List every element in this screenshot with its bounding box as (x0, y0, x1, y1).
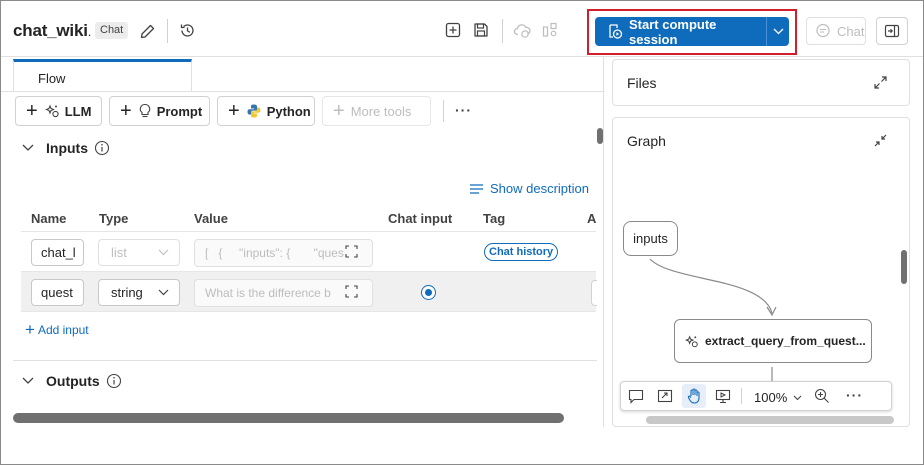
comment-icon[interactable] (626, 386, 646, 406)
chevron-down-icon (793, 395, 802, 400)
chat-bubble-icon (815, 23, 831, 39)
chat-input-radio[interactable] (421, 285, 436, 300)
plus-icon: + (120, 100, 132, 122)
flow-type-badge: Chat (95, 22, 129, 39)
input-type-select[interactable]: list (98, 239, 180, 266)
cloud-upload-icon (511, 19, 533, 41)
chevron-down-icon (158, 249, 169, 256)
new-node-icon[interactable] (442, 19, 464, 41)
plus-icon: + (333, 100, 345, 122)
zoom-level-select[interactable]: 100% (754, 390, 802, 405)
add-input-button[interactable]: + Add input (25, 321, 89, 338)
plus-icon: + (26, 100, 38, 122)
lightbulb-icon (139, 103, 150, 118)
info-icon (106, 373, 121, 389)
present-icon[interactable] (713, 386, 733, 406)
expand-icon[interactable] (345, 245, 359, 259)
divider (502, 19, 503, 43)
expand-icon[interactable] (871, 73, 889, 91)
section-divider (13, 360, 597, 361)
add-llm-button[interactable]: + LLM (15, 96, 102, 126)
plus-icon: + (25, 320, 35, 339)
zoom-in-icon[interactable] (812, 386, 832, 406)
info-icon (94, 140, 110, 156)
input-type-select[interactable]: string (98, 279, 180, 306)
pane-divider (603, 57, 604, 427)
add-python-button[interactable]: + Python (217, 96, 315, 126)
show-description-link[interactable]: Show description (469, 181, 589, 196)
history-icon[interactable] (176, 19, 198, 41)
graph-node-extract-query[interactable]: extract_query_from_quest... (674, 319, 872, 363)
tab-flow[interactable]: Flow (13, 59, 192, 92)
graph-horizontal-scrollbar[interactable] (646, 416, 894, 424)
row-divider (21, 311, 596, 312)
chevron-down-icon (158, 289, 169, 296)
edit-icon[interactable] (136, 20, 158, 42)
files-panel (612, 59, 910, 106)
llm-icon (44, 104, 59, 118)
column-tag: Tag (483, 211, 506, 226)
input-name-field[interactable]: chat_l (31, 239, 84, 266)
horizontal-scrollbar[interactable] (13, 413, 564, 423)
tab-underline (1, 91, 603, 92)
chevron-down-icon (22, 144, 34, 151)
edge-inputs-to-extract (649, 258, 773, 314)
more-options-icon[interactable]: ··· (846, 387, 863, 403)
divider (741, 388, 742, 404)
more-tools-button[interactable]: + More tools (322, 96, 431, 126)
files-panel-title: Files (627, 75, 657, 91)
chat-history-tag[interactable]: Chat history (484, 243, 559, 261)
column-value: Value (194, 211, 228, 226)
overflow-menu-icon[interactable]: ··· (455, 102, 472, 118)
panel-toggle-icon[interactable] (876, 17, 908, 45)
llm-icon (684, 334, 698, 347)
column-a: A (587, 211, 597, 226)
highlight-box (587, 9, 797, 55)
graph-vertical-scrollbar[interactable] (901, 250, 907, 284)
pan-hand-icon[interactable] (682, 384, 706, 408)
outputs-section-header[interactable]: Outputs (22, 373, 122, 389)
column-type: Type (99, 211, 129, 226)
input-name-field[interactable]: quest (31, 279, 84, 306)
text-lines-icon (470, 183, 483, 194)
fit-view-icon[interactable] (655, 386, 675, 406)
layout-icon (539, 19, 561, 41)
chat-button[interactable]: Chat (806, 17, 866, 45)
expand-icon[interactable] (345, 285, 359, 299)
add-prompt-button[interactable]: + Prompt (109, 96, 210, 126)
python-icon (247, 104, 261, 118)
column-chat-input: Chat input (388, 211, 453, 226)
inputs-section-header[interactable]: Inputs (22, 140, 110, 156)
save-icon[interactable] (470, 19, 492, 41)
plus-icon: + (228, 100, 240, 122)
column-name: Name (31, 211, 67, 226)
divider (443, 100, 444, 122)
graph-node-inputs[interactable]: inputs (623, 221, 678, 256)
flow-title[interactable]: chat_wiki. (13, 21, 91, 41)
row-cutoff-control (591, 280, 597, 306)
divider (167, 19, 168, 43)
chevron-down-icon (22, 377, 34, 384)
